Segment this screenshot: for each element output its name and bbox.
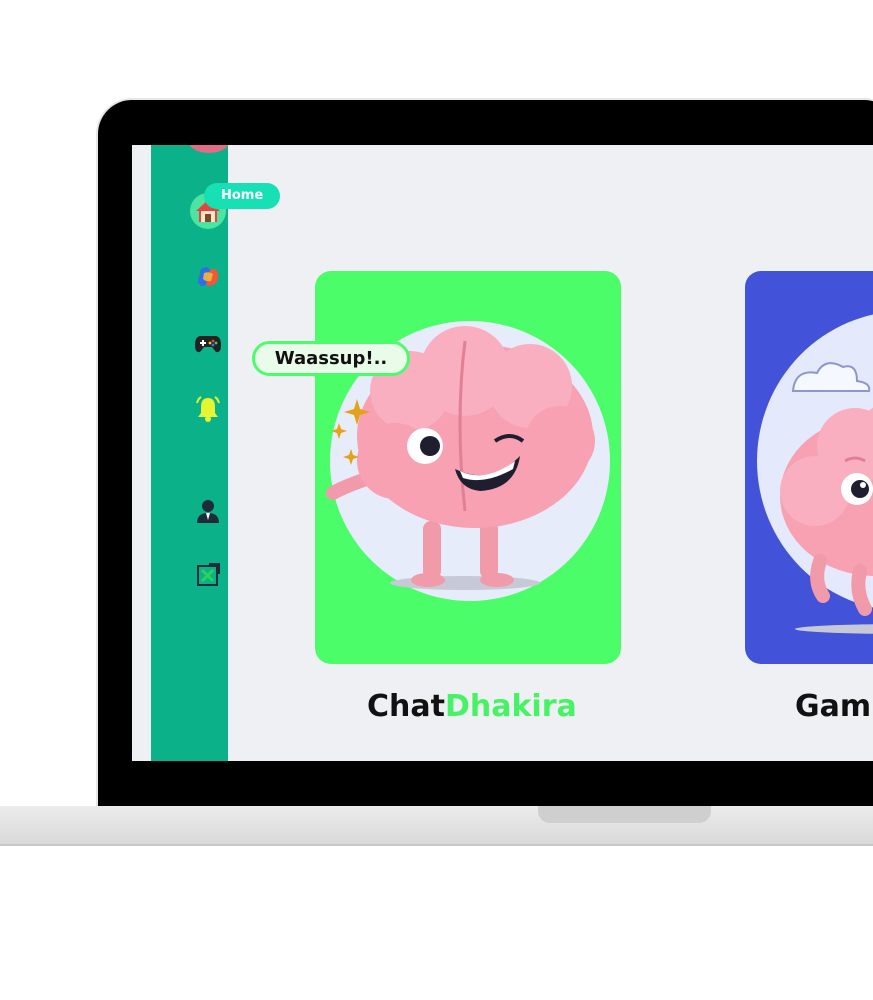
active-page-label: Home	[204, 183, 281, 209]
games-card-title-prefix: Gam	[795, 689, 872, 724]
games-card[interactable]	[745, 271, 873, 664]
sidebar-item-copilot[interactable]	[190, 259, 226, 295]
bell-icon	[196, 396, 220, 422]
sidebar-item-notifications[interactable]	[190, 391, 226, 427]
games-card-title: Gam	[795, 689, 871, 724]
chat-card-title-suffix: Dhakira	[444, 689, 577, 724]
chat-card[interactable]	[315, 271, 621, 664]
sidebar-item-games[interactable]	[190, 325, 226, 361]
logo	[189, 145, 229, 153]
sidebar-item-logout[interactable]	[190, 557, 226, 593]
user-icon	[197, 500, 219, 523]
brain-mascot-winking	[326, 321, 610, 601]
sidebar	[151, 145, 229, 761]
check-box-icon	[197, 563, 220, 586]
brain-mascot-walking	[757, 314, 873, 634]
sidebar-item-profile[interactable]	[190, 493, 226, 529]
app-screen: Home Waassup!.. ChatDhakira Gam	[132, 145, 873, 761]
laptop-notch	[538, 806, 711, 823]
chat-card-title: ChatDhakira	[367, 689, 577, 724]
laptop-base	[0, 806, 873, 846]
copilot-icon	[198, 267, 219, 286]
speech-bubble: Waassup!..	[252, 341, 410, 376]
chat-card-title-prefix: Chat	[367, 689, 445, 724]
gamepad-icon	[195, 336, 221, 353]
